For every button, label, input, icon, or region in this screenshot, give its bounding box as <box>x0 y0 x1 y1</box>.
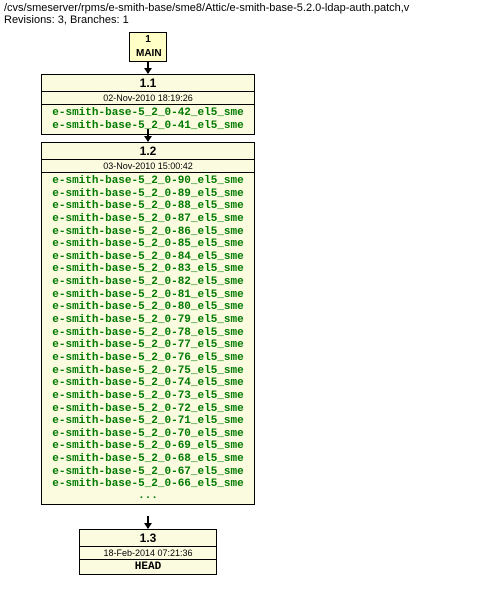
tag-item: e-smith-base-5_2_0-80_el5_sme <box>46 301 250 314</box>
revision-date: 18-Feb-2014 07:21:36 <box>80 547 216 560</box>
revision-tags: e-smith-base-5_2_0-90_el5_sme e-smith-ba… <box>42 173 254 504</box>
tag-item: e-smith-base-5_2_0-69_el5_sme <box>46 440 250 453</box>
branch-number: 1 <box>130 33 166 47</box>
tag-item: e-smith-base-5_2_0-67_el5_sme <box>46 466 250 479</box>
revisions-summary: Revisions: 3, Branches: 1 <box>4 14 496 26</box>
tag-item: e-smith-base-5_2_0-71_el5_sme <box>46 415 250 428</box>
revision-box-1-2[interactable]: 1.2 03-Nov-2010 15:00:42 e-smith-base-5_… <box>41 142 255 505</box>
tag-item: e-smith-base-5_2_0-87_el5_sme <box>46 213 250 226</box>
tag-item: e-smith-base-5_2_0-78_el5_sme <box>46 327 250 340</box>
tag-item: e-smith-base-5_2_0-75_el5_sme <box>46 365 250 378</box>
revision-date: 03-Nov-2010 15:00:42 <box>42 160 254 173</box>
connector-1 <box>147 61 149 73</box>
revision-date: 02-Nov-2010 18:19:26 <box>42 92 254 105</box>
tag-item: e-smith-base-5_2_0-83_el5_sme <box>46 263 250 276</box>
connector-3 <box>147 516 149 528</box>
tag-item: e-smith-base-5_2_0-84_el5_sme <box>46 251 250 264</box>
tag-item: e-smith-base-5_2_0-82_el5_sme <box>46 276 250 289</box>
connector-2 <box>147 129 149 141</box>
graph-canvas: 1 MAIN 1.1 02-Nov-2010 18:19:26 e-smith-… <box>0 28 500 613</box>
tag-item: e-smith-base-5_2_0-70_el5_sme <box>46 428 250 441</box>
file-path: /cvs/smeserver/rpms/e-smith-base/sme8/At… <box>4 2 496 14</box>
tag-item: e-smith-base-5_2_0-72_el5_sme <box>46 403 250 416</box>
tag-item: e-smith-base-5_2_0-81_el5_sme <box>46 289 250 302</box>
revision-box-1-3[interactable]: 1.3 18-Feb-2014 07:21:36 HEAD <box>79 529 217 575</box>
tag-item: e-smith-base-5_2_0-90_el5_sme <box>46 175 250 188</box>
tag-item: e-smith-base-5_2_0-85_el5_sme <box>46 238 250 251</box>
file-header: /cvs/smeserver/rpms/e-smith-base/sme8/At… <box>0 0 500 28</box>
tag-item: e-smith-base-5_2_0-42_el5_sme <box>46 107 250 120</box>
tag-item: e-smith-base-5_2_0-89_el5_sme <box>46 188 250 201</box>
tag-item: e-smith-base-5_2_0-88_el5_sme <box>46 200 250 213</box>
revision-number: 1.2 <box>42 143 254 160</box>
branch-name: MAIN <box>130 47 166 61</box>
tag-item: e-smith-base-5_2_0-73_el5_sme <box>46 390 250 403</box>
head-tag: HEAD <box>80 560 216 574</box>
tag-item: e-smith-base-5_2_0-68_el5_sme <box>46 453 250 466</box>
tag-item: e-smith-base-5_2_0-86_el5_sme <box>46 226 250 239</box>
tag-item: e-smith-base-5_2_0-76_el5_sme <box>46 352 250 365</box>
tag-item: e-smith-base-5_2_0-77_el5_sme <box>46 339 250 352</box>
revision-number: 1.1 <box>42 75 254 92</box>
revision-box-1-1[interactable]: 1.1 02-Nov-2010 18:19:26 e-smith-base-5_… <box>41 74 255 135</box>
revision-number: 1.3 <box>80 530 216 547</box>
tags-truncated: ... <box>46 491 250 502</box>
tag-item: e-smith-base-5_2_0-74_el5_sme <box>46 377 250 390</box>
branch-box-main[interactable]: 1 MAIN <box>129 32 167 62</box>
tag-item: e-smith-base-5_2_0-79_el5_sme <box>46 314 250 327</box>
